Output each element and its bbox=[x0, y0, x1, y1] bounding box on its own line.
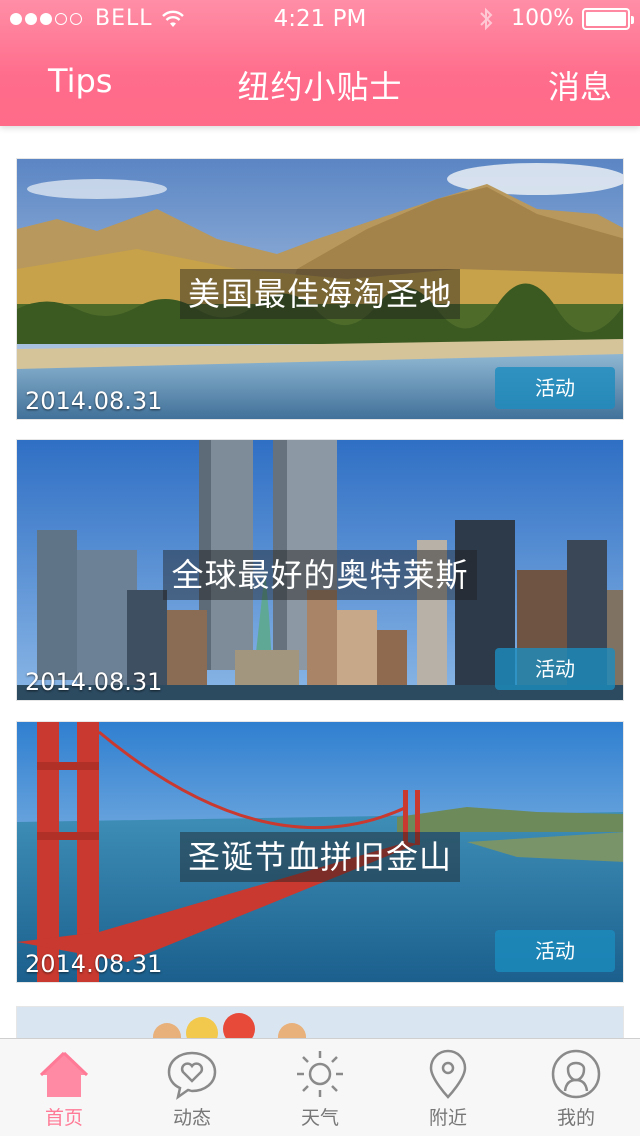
card-date: 2014.08.31 bbox=[25, 387, 163, 415]
card-title: 圣诞节血拼旧金山 bbox=[179, 832, 460, 882]
battery-icon bbox=[582, 7, 634, 30]
card-title: 全球最好的奥特莱斯 bbox=[163, 550, 477, 600]
home-icon bbox=[39, 1051, 89, 1097]
tab-label: 动态 bbox=[172, 1107, 211, 1129]
article-card-partial[interactable] bbox=[16, 1006, 624, 1038]
card-date: 2014.08.31 bbox=[25, 950, 163, 978]
article-card[interactable]: 美国最佳海淘圣地 2014.08.31 活动 bbox=[16, 158, 624, 420]
header: BELL 4:21 PM 100% Tips 纽约小贴士 消息 bbox=[0, 0, 640, 126]
status-bar: BELL 4:21 PM 100% bbox=[0, 0, 640, 40]
article-card[interactable]: 全球最好的奥特莱斯 2014.08.31 活动 bbox=[16, 439, 624, 701]
messages-button[interactable]: 消息 bbox=[548, 62, 612, 108]
tab-home[interactable]: 首页 bbox=[0, 1039, 128, 1136]
card-date: 2014.08.31 bbox=[25, 668, 163, 696]
location-pin-icon bbox=[429, 1049, 467, 1099]
tab-bar: 首页 动态 天气 附近 我的 bbox=[0, 1038, 640, 1136]
tab-nearby[interactable]: 附近 bbox=[384, 1039, 512, 1136]
tab-label: 附近 bbox=[428, 1107, 467, 1129]
event-tag-button[interactable]: 活动 bbox=[495, 930, 615, 972]
user-icon bbox=[551, 1049, 601, 1099]
tab-label: 我的 bbox=[556, 1107, 595, 1129]
event-tag-button[interactable]: 活动 bbox=[495, 367, 615, 409]
tab-feed[interactable]: 动态 bbox=[128, 1039, 256, 1136]
tab-profile[interactable]: 我的 bbox=[512, 1039, 640, 1136]
card-image-balloons bbox=[17, 1007, 623, 1038]
bluetooth-icon bbox=[480, 7, 493, 30]
sun-icon bbox=[297, 1051, 343, 1097]
tab-label: 天气 bbox=[300, 1107, 339, 1129]
article-card[interactable]: 圣诞节血拼旧金山 2014.08.31 活动 bbox=[16, 721, 624, 983]
card-feed[interactable]: 美国最佳海淘圣地 2014.08.31 活动 全球最好的奥特莱斯 2014.08… bbox=[0, 126, 640, 1038]
battery-percent: 100% bbox=[511, 6, 574, 31]
card-title: 美国最佳海淘圣地 bbox=[179, 269, 460, 319]
tab-label: 首页 bbox=[44, 1107, 83, 1129]
page-title: 纽约小贴士 bbox=[237, 68, 403, 106]
heart-bubble-icon bbox=[167, 1051, 217, 1100]
event-tag-button[interactable]: 活动 bbox=[495, 648, 615, 690]
tab-weather[interactable]: 天气 bbox=[256, 1039, 384, 1136]
app-screen: BELL 4:21 PM 100% Tips 纽约小贴士 消息 美国最佳海淘圣地… bbox=[0, 0, 640, 1136]
